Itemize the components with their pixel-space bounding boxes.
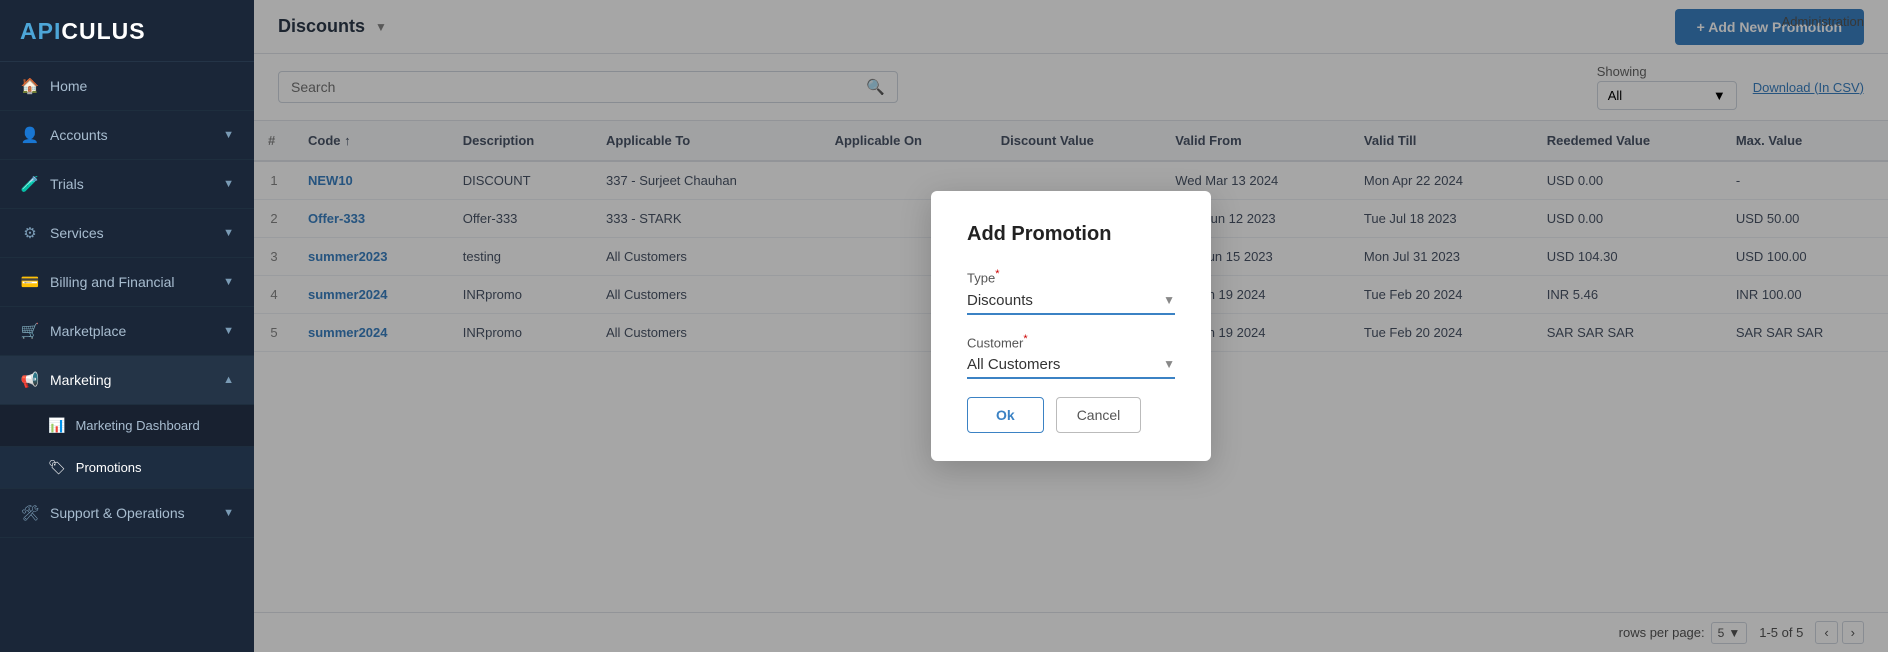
sidebar-item-label: Services: [50, 225, 104, 241]
sidebar-item-support[interactable]: 🛠 Support & Operations ▼: [0, 489, 254, 538]
modal-overlay: Add Promotion Type* Discounts ▼ Customer…: [254, 0, 1888, 652]
chevron-down-icon: ▼: [223, 178, 234, 190]
sidebar-item-promotions[interactable]: 🏷 Promotions: [0, 447, 254, 489]
sidebar-item-services[interactable]: ⚙ Services ▼: [0, 209, 254, 258]
modal-title: Add Promotion: [967, 223, 1175, 246]
modal-actions: Ok Cancel: [967, 397, 1175, 433]
sidebar-item-label: Marketing: [50, 372, 111, 388]
cancel-button[interactable]: Cancel: [1056, 397, 1142, 433]
support-icon: 🛠: [20, 503, 40, 523]
sidebar-item-marketing-dashboard[interactable]: 📊 Marketing Dashboard: [0, 405, 254, 447]
sidebar-item-trials[interactable]: 🧪 Trials ▼: [0, 160, 254, 209]
sidebar-sub-item-label: Marketing Dashboard: [75, 418, 199, 433]
sidebar-sub-item-label: Promotions: [76, 460, 142, 475]
type-select-wrapper[interactable]: Discounts ▼: [967, 292, 1175, 315]
ok-button[interactable]: Ok: [967, 397, 1044, 433]
chevron-down-icon: ▼: [223, 507, 234, 519]
app-name: APICULUS: [20, 19, 146, 44]
customer-field: Customer* All Customers ▼: [967, 333, 1175, 379]
chevron-down-icon: ▼: [223, 276, 234, 288]
services-icon: ⚙: [20, 223, 40, 243]
chevron-down-icon: ▼: [223, 129, 234, 141]
sidebar-item-label: Home: [50, 78, 87, 94]
marketplace-icon: 🛒: [20, 321, 40, 341]
accounts-icon: 👤: [20, 125, 40, 145]
sidebar-item-marketing[interactable]: 📢 Marketing ▲: [0, 356, 254, 405]
customer-select-wrapper[interactable]: All Customers ▼: [967, 356, 1175, 379]
dashboard-icon: 📊: [48, 417, 65, 434]
chevron-down-icon: ▼: [223, 325, 234, 337]
sidebar-item-label: Billing and Financial: [50, 274, 175, 290]
type-label: Type*: [967, 268, 1175, 285]
marketing-icon: 📢: [20, 370, 40, 390]
sidebar-item-label: Trials: [50, 176, 84, 192]
chevron-down-icon: ▼: [223, 227, 234, 239]
sidebar-item-label: Accounts: [50, 127, 108, 143]
main-content: Administration Discounts ▼ + Add New Pro…: [254, 0, 1888, 652]
type-select-value: Discounts: [967, 292, 1033, 309]
type-field: Type* Discounts ▼: [967, 268, 1175, 314]
sidebar-item-home[interactable]: 🏠 Home: [0, 62, 254, 111]
customer-select-value: All Customers: [967, 356, 1060, 373]
sidebar-item-marketplace[interactable]: 🛒 Marketplace ▼: [0, 307, 254, 356]
home-icon: 🏠: [20, 76, 40, 96]
type-select-arrow: ▼: [1163, 293, 1175, 307]
promotions-icon: 🏷: [48, 459, 66, 476]
sidebar: APICULUS 🏠 Home 👤 Accounts ▼ 🧪 Trials ▼: [0, 0, 254, 652]
customer-select-arrow: ▼: [1163, 357, 1175, 371]
billing-icon: 💳: [20, 272, 40, 292]
trials-icon: 🧪: [20, 174, 40, 194]
chevron-up-icon: ▲: [223, 374, 234, 386]
sidebar-item-label: Marketplace: [50, 323, 126, 339]
add-promotion-modal: Add Promotion Type* Discounts ▼ Customer…: [931, 191, 1211, 461]
sidebar-nav: 🏠 Home 👤 Accounts ▼ 🧪 Trials ▼ ⚙ Servic: [0, 62, 254, 652]
sidebar-item-billing[interactable]: 💳 Billing and Financial ▼: [0, 258, 254, 307]
sidebar-item-accounts[interactable]: 👤 Accounts ▼: [0, 111, 254, 160]
sidebar-item-label: Support & Operations: [50, 505, 185, 521]
customer-label: Customer*: [967, 333, 1175, 350]
app-logo: APICULUS: [0, 0, 254, 62]
